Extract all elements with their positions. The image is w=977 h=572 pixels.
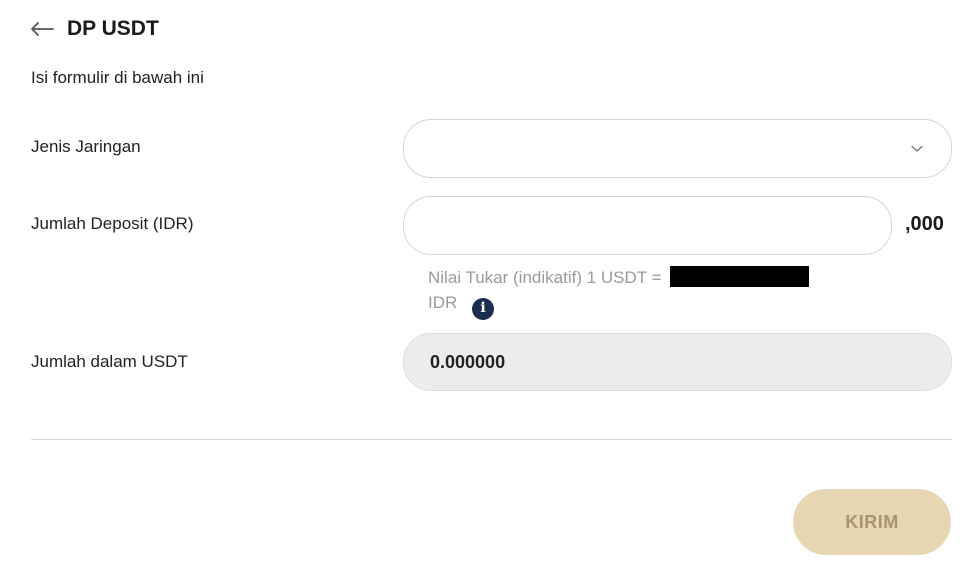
- deposit-amount-input[interactable]: [403, 196, 892, 255]
- network-select[interactable]: [403, 119, 952, 178]
- divider: [31, 439, 952, 440]
- chevron-down-icon: [911, 145, 923, 152]
- deposit-suffix: ,000: [905, 213, 944, 235]
- info-icon[interactable]: i: [472, 297, 495, 320]
- deposit-label: Jumlah Deposit (IDR): [31, 214, 194, 233]
- usdt-amount-label: Jumlah dalam USDT: [31, 352, 188, 371]
- usdt-amount-value: 0.000000: [430, 351, 506, 372]
- submit-button[interactable]: KIRIM: [793, 489, 951, 555]
- exchange-rate-unit: IDR: [428, 293, 458, 312]
- exchange-rate-text: Nilai Tukar (indikatif) 1 USDT =: [428, 268, 662, 287]
- arrow-left-icon: [31, 22, 54, 36]
- usdt-amount-field: 0.000000: [403, 333, 952, 391]
- network-label: Jenis Jaringan: [31, 137, 141, 156]
- exchange-rate-note: Nilai Tukar (indikatif) 1 USDT = IDR i: [428, 265, 868, 320]
- back-button[interactable]: [28, 16, 56, 42]
- page-title: DP USDT: [67, 17, 159, 40]
- redacted-rate-value: [670, 266, 810, 287]
- form-subtitle: Isi formulir di bawah ini: [31, 68, 204, 87]
